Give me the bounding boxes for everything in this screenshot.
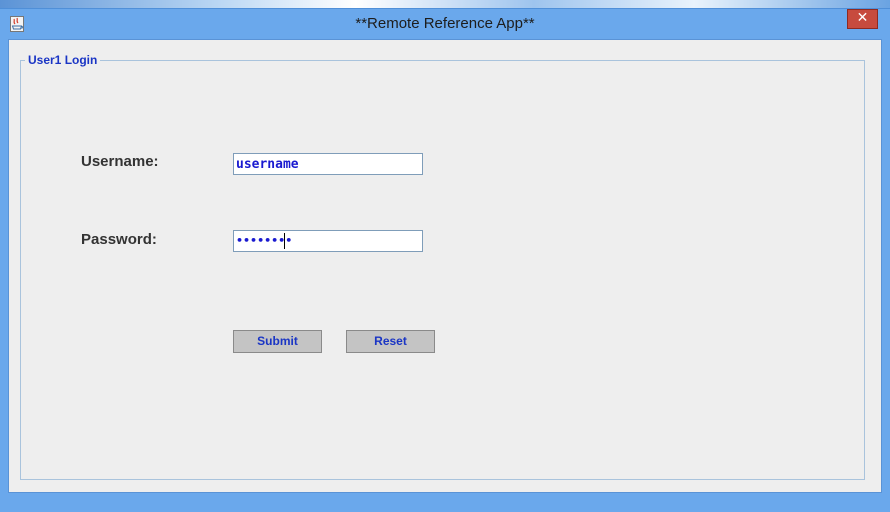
text-caret <box>284 233 285 249</box>
window-title: **Remote Reference App** <box>355 15 535 32</box>
group-title: User1 Login <box>25 53 101 67</box>
password-label: Password: <box>81 231 157 248</box>
username-input[interactable] <box>233 153 423 175</box>
close-button[interactable]: ✕ <box>847 9 878 29</box>
app-window: **Remote Reference App** ✕ User1 Login U… <box>0 8 890 512</box>
reset-button[interactable]: Reset <box>346 330 435 353</box>
desktop-background <box>0 0 890 8</box>
submit-button[interactable]: Submit <box>233 330 322 353</box>
password-input[interactable]: •••••••• <box>233 230 423 252</box>
user-login-group: User1 Login <box>20 53 865 480</box>
username-label: Username: <box>81 153 159 170</box>
window-bottom-border <box>0 493 890 512</box>
login-panel: User1 Login Username: Password: ••••••••… <box>8 39 882 493</box>
title-bar[interactable]: **Remote Reference App** ✕ <box>0 9 890 39</box>
close-icon: ✕ <box>856 10 869 26</box>
